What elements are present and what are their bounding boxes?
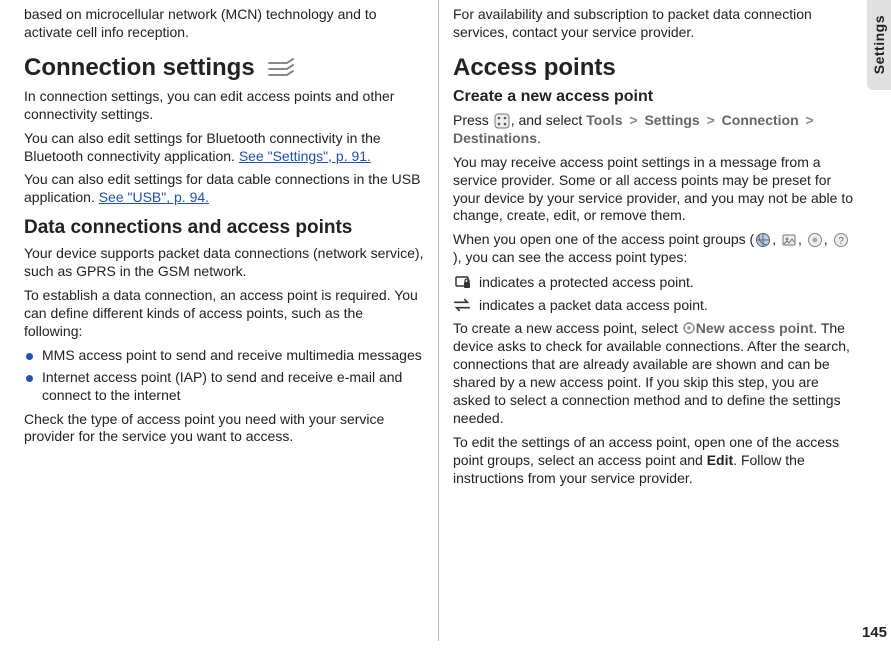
connection-p3: You can also edit settings for data cabl… (24, 171, 424, 207)
protected-ap-icon (453, 273, 471, 291)
heading-data-connections: Data connections and access points (24, 217, 424, 239)
page-body: based on microcellular network (MCN) tec… (0, 0, 891, 651)
period: . (537, 130, 541, 146)
nav-connection: Connection (722, 112, 799, 128)
edit-label: Edit (707, 452, 733, 468)
connection-settings-icon (265, 57, 299, 79)
connection-p1: In connection settings, you can edit acc… (24, 88, 424, 124)
nav-sep: > (626, 112, 640, 128)
nav-sep: > (803, 112, 817, 128)
press-pre: Press (453, 112, 493, 128)
heading-connection-settings-text: Connection settings (24, 54, 255, 82)
data-p1: Your device supports packet data connect… (24, 245, 424, 281)
list-item: MMS access point to send and receive mul… (24, 347, 424, 365)
indicator-packet-row: indicates a packet data access point. (453, 296, 853, 314)
availability-p: For availability and subscription to pac… (453, 6, 853, 42)
sep-comma: , (824, 231, 832, 247)
heading-access-points: Access points (453, 54, 853, 82)
menu-key-icon (493, 112, 511, 130)
svg-text:?: ? (838, 236, 844, 247)
data-p3: Check the type of access point you need … (24, 411, 424, 447)
group-icon-unknown: ? (832, 231, 850, 249)
data-p2: To establish a data connection, an acces… (24, 287, 424, 341)
link-usb-p94[interactable]: See "USB", p. 94. (99, 189, 209, 205)
sep-comma: , (772, 231, 780, 247)
left-column: based on microcellular network (MCN) tec… (24, 0, 438, 641)
indicator-protected-row: indicates a protected access point. (453, 273, 853, 291)
indicator-packet-text: indicates a packet data access point. (479, 297, 708, 313)
press-instruction: Press , and select Tools > Settings > Co… (453, 112, 853, 148)
access-point-list: MMS access point to send and receive mul… (24, 347, 424, 405)
press-post: , and select (511, 112, 587, 128)
nav-settings: Settings (644, 112, 699, 128)
packet-data-icon (453, 296, 471, 314)
heading-create-ap: Create a new access point (453, 88, 853, 106)
heading-connection-settings: Connection settings (24, 54, 424, 82)
create-ap-p: To create a new access point, select New… (453, 320, 853, 427)
link-settings-p91[interactable]: See "Settings", p. 91. (239, 148, 371, 164)
sep-comma: , (798, 231, 806, 247)
connection-p2: You can also edit settings for Bluetooth… (24, 130, 424, 166)
nav-sep: > (704, 112, 718, 128)
open-group-p: When you open one of the access point gr… (453, 231, 853, 267)
receive-settings-p: You may receive access point settings in… (453, 154, 853, 226)
right-column: For availability and subscription to pac… (438, 0, 881, 641)
mcn-fragment: based on microcellular network (MCN) tec… (24, 6, 424, 42)
new-ap-icon (682, 321, 696, 335)
open-pre: When you open one of the access point gr… (453, 231, 754, 247)
side-tab-settings: Settings (867, 0, 891, 90)
create-pre: To create a new access point, select (453, 320, 682, 336)
group-icon-globe (754, 231, 772, 249)
group-icon-mms (780, 231, 798, 249)
nav-destinations: Destinations (453, 130, 537, 146)
connection-p3-text: You can also edit settings for data cabl… (24, 171, 420, 205)
edit-ap-p: To edit the settings of an access point,… (453, 434, 853, 488)
side-tab-label: Settings (871, 15, 887, 74)
nav-tools: Tools (586, 112, 622, 128)
open-post: ), you can see the access point types: (453, 249, 687, 265)
indicator-protected-text: indicates a protected access point. (479, 274, 694, 290)
group-icon-wap (806, 231, 824, 249)
new-access-point-label: New access point (696, 320, 814, 336)
page-number: 145 (862, 624, 887, 641)
list-item: Internet access point (IAP) to send and … (24, 369, 424, 405)
